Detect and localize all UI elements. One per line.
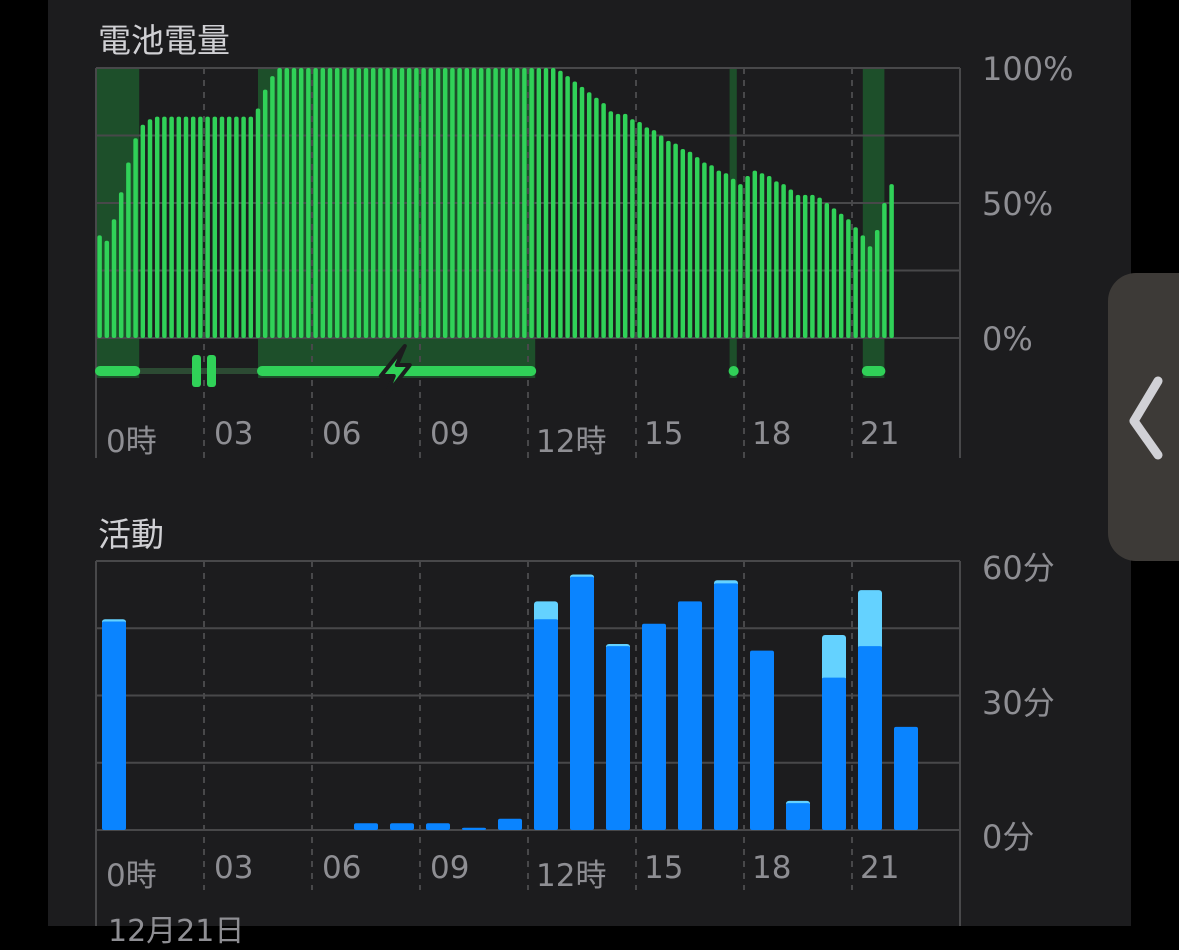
activity-bar (750, 650, 774, 830)
activity-bar (390, 823, 414, 830)
activity-bar (534, 619, 558, 830)
activity-bar (102, 621, 126, 830)
activity-bar (606, 646, 630, 830)
activity-bar (822, 677, 846, 830)
activity-bar (894, 726, 918, 830)
activity-bar (354, 823, 378, 830)
activity-bar (678, 601, 702, 830)
activity-bar-light (534, 601, 558, 623)
activity-bar (858, 646, 882, 830)
activity-bar-light (822, 634, 846, 681)
activity-bar (714, 583, 738, 830)
activity-bar (498, 818, 522, 830)
side-drawer-handle[interactable] (1108, 273, 1179, 561)
chevron-left-icon (1129, 376, 1163, 460)
activity-bar (786, 803, 810, 830)
activity-bar (426, 823, 450, 830)
activity-chart (95, 560, 961, 926)
activity-bar (570, 576, 594, 830)
activity-bar-light (858, 590, 882, 650)
activity-bar (462, 827, 486, 830)
date-label: 12月21日 (108, 914, 245, 949)
battery-usage-panel: 電池電量 活動 100% 50% 0% 60分 30分 0分 0時 03 06 … (48, 0, 1131, 926)
activity-bar (642, 623, 666, 830)
